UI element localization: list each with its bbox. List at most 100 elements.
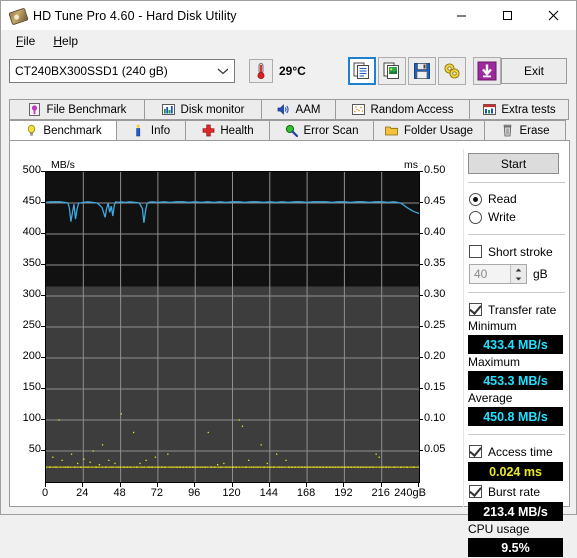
x-tick [306,483,307,487]
y2-tick [419,202,423,203]
x-tick [120,483,121,487]
tab-error-scan[interactable]: Error Scan [269,120,374,141]
chevron-down-icon [212,60,234,82]
menu-help[interactable]: Help [44,32,87,50]
tab-info-label: Info [151,125,170,137]
y-tick-label: 350 [13,257,41,269]
checkbox-short-stroke[interactable]: Short stroke [467,242,567,261]
file-benchmark-icon [28,103,42,117]
tab-erase[interactable]: Erase [484,120,566,141]
tab-file-benchmark[interactable]: File Benchmark [9,99,145,120]
access-time-label: Access time [488,445,553,459]
y-tick [41,326,45,327]
y2-tick [419,295,423,296]
stepper-down-icon[interactable] [511,274,526,283]
radio-write[interactable]: Write [467,208,567,226]
y-tick [41,357,45,358]
chart-canvas [46,172,419,482]
y2-tick [419,233,423,234]
minimize-icon[interactable] [438,1,484,30]
tab-random-access[interactable]: Random Access [335,99,470,120]
save-icon[interactable] [408,57,436,85]
average-value: 450.8 MB/s [468,407,563,426]
y2-tick-label: 0.30 [424,288,456,300]
radio-read-label: Read [488,192,517,206]
disk-monitor-icon [162,103,176,117]
x-tick-label: 240gB [388,487,432,499]
plot-area [45,171,420,483]
settings-icon[interactable] [438,57,466,85]
checkbox-transfer-rate[interactable]: Transfer rate [467,300,567,319]
radio-write-label: Write [488,210,516,224]
y2-tick [419,326,423,327]
x-tick [232,483,233,487]
tab-health-label: Health [220,125,253,137]
access-time-checkbox-icon [469,445,482,458]
stepper-buttons [510,265,526,283]
download-icon[interactable] [473,57,501,85]
radio-read[interactable]: Read [467,190,567,208]
checkbox-access-time[interactable]: Access time [467,442,567,461]
x-tick [45,483,46,487]
menu-file[interactable]: File [7,32,44,50]
copy-image-icon[interactable] [378,57,406,85]
y-tick [41,202,45,203]
tab-benchmark-label: Benchmark [43,125,101,137]
tab-disk-monitor[interactable]: Disk monitor [144,99,262,120]
y-tick-label: 150 [13,381,41,393]
tab-random-access-label: Random Access [370,104,453,116]
tab-erase-label: Erase [519,125,549,137]
checkbox-burst-rate[interactable]: Burst rate [467,482,567,501]
copy-text-icon[interactable] [348,57,376,85]
minimum-label: Minimum [467,319,567,334]
maximize-icon[interactable] [484,1,530,30]
radio-read-icon [469,193,482,206]
x-tick [343,483,344,487]
menu-file-rest: ile [23,34,35,48]
short-stroke-stepper[interactable]: 40 [469,264,527,284]
stepper-up-icon[interactable] [511,265,526,274]
y-tick-label: 200 [13,350,41,362]
info-icon [132,124,146,138]
y-tick [41,419,45,420]
y2-tick [419,388,423,389]
cpu-usage-label: CPU usage [467,522,567,537]
random-access-icon [351,103,365,117]
close-icon[interactable] [530,1,576,30]
y-tick-label: 450 [13,195,41,207]
short-stroke-checkbox-icon [469,245,482,258]
transfer-rate-label: Transfer rate [488,303,556,317]
maximum-value: 453.3 MB/s [468,371,563,390]
start-button[interactable]: Start [468,153,559,174]
drive-select-value: CT240BX300SSD1 (240 gB) [10,64,212,78]
y-tick-label: 300 [13,288,41,300]
aam-speaker-icon [277,103,291,117]
short-stroke-value: 40 [470,267,510,281]
tab-aam-label: AAM [296,104,321,116]
tab-health[interactable]: Health [185,120,270,141]
tab-aam[interactable]: AAM [261,99,336,120]
average-label: Average [467,391,567,406]
tab-benchmark[interactable]: Benchmark [9,120,117,141]
tab-folder-usage[interactable]: Folder Usage [373,120,485,141]
y-tick [41,450,45,451]
divider-4 [468,434,565,435]
y-tick-label: 500 [13,164,41,176]
minimum-value: 433.4 MB/s [468,335,563,354]
y-axis-title: MB/s [51,159,75,171]
y-tick-label: 50 [13,443,41,455]
y2-axis-title: ms [404,159,418,171]
y-tick [41,388,45,389]
hd-tune-window: HD Tune Pro 4.60 - Hard Disk Utility Fil… [0,0,577,515]
harddisk-icon [10,8,26,24]
tab-info[interactable]: Info [116,120,186,141]
error-scan-magnifier-icon [285,124,299,138]
tab-disk-monitor-label: Disk monitor [181,104,245,116]
tab-extra-tests[interactable]: Extra tests [469,99,569,120]
x-tick [269,483,270,487]
divider-1 [468,182,565,183]
tab-row-primary: Benchmark Info Health Error Scan Folder … [9,120,570,141]
drive-select[interactable]: CT240BX300SSD1 (240 gB) [9,59,235,83]
maximum-label: Maximum [467,355,567,370]
exit-button[interactable]: Exit [501,58,567,84]
